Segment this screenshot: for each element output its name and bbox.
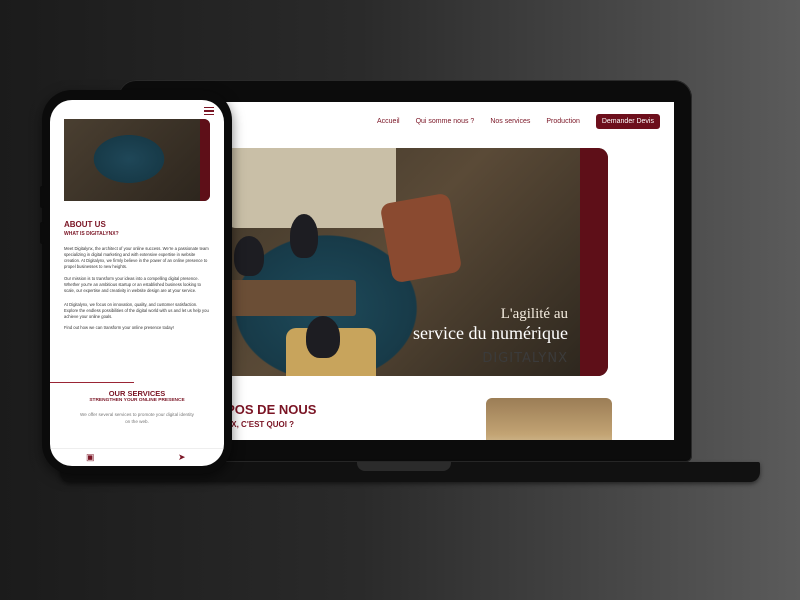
services-heading: OUR SERVICES: [108, 389, 166, 398]
phone-side-button: [40, 222, 44, 244]
about-paragraph: Our mission is to transform your ideas i…: [64, 276, 201, 293]
about-subheading: WHAT IS DIGITALYNX?: [64, 231, 119, 237]
hero-photo-armchair: [379, 192, 463, 284]
about-paragraph: Meet Digitalynx, the architect of your o…: [64, 246, 209, 269]
hero-accent-strip: [580, 148, 608, 376]
hero-banner: L'agilité au service du numérique DIGITA…: [206, 148, 608, 376]
desktop-nav: Accueil Qui somme nous ? Nos services Pr…: [377, 114, 660, 129]
nav-qui-somme-nous[interactable]: Qui somme nous ?: [416, 118, 475, 125]
monitor-icon[interactable]: ▣: [86, 452, 95, 463]
mobile-website: ABOUT US WHAT IS DIGITALYNX? Meet Digita…: [50, 100, 224, 466]
mobile-hero-image: [64, 119, 210, 201]
demander-devis-button[interactable]: Demander Devis: [595, 114, 660, 129]
nav-production[interactable]: Production: [546, 118, 579, 125]
services-subheading: STRENGTHEN YOUR ONLINE PRESENCE: [89, 398, 185, 403]
hero-photo-person: [234, 236, 264, 276]
mobile-bottom-bar: ▣ ➤: [50, 448, 224, 466]
about-heading: ABOUT US: [64, 220, 106, 229]
hero-tagline-line2: service du numérique: [413, 323, 568, 343]
laptop-notch: [357, 462, 451, 471]
hero-photo-person: [290, 214, 318, 258]
menu-icon[interactable]: [204, 105, 214, 117]
cursor-click-icon[interactable]: ➤: [178, 452, 186, 463]
hero-photo-person: [306, 316, 340, 358]
team-photo: [486, 398, 612, 440]
hero-tagline-line1: L'agilité au: [500, 306, 568, 322]
about-paragraph: Find out how we can transform your onlin…: [64, 325, 174, 330]
hero-photo-table: [216, 280, 356, 316]
section-divider: [50, 382, 134, 383]
nav-nos-services[interactable]: Nos services: [490, 118, 530, 125]
brand-logo: DIGITALYNX: [482, 351, 568, 366]
nav-accueil[interactable]: Accueil: [377, 118, 400, 125]
about-paragraph: At Digitalynx, we focus on innovation, q…: [64, 302, 209, 319]
phone-side-button: [40, 186, 44, 208]
services-text: We offer several services to promote you…: [80, 412, 194, 424]
